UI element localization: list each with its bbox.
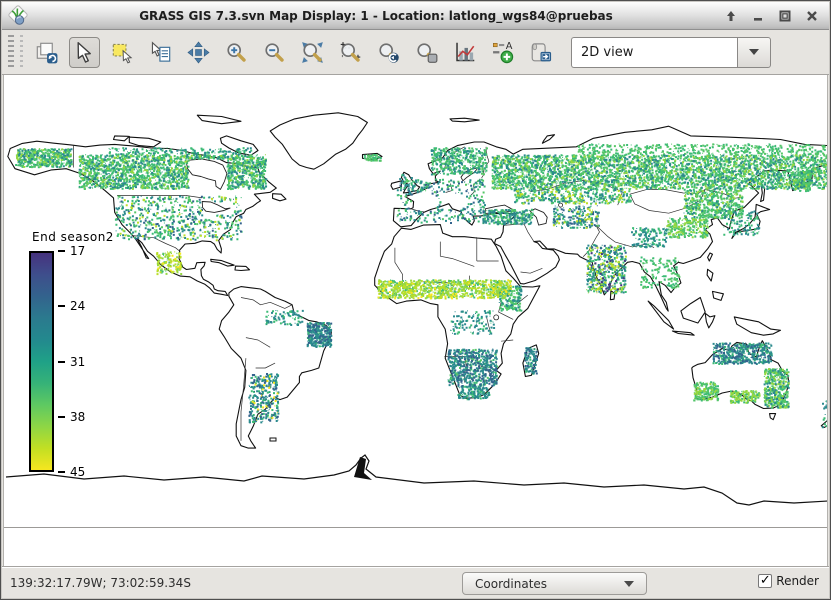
legend-tick-mark (58, 361, 65, 363)
pan-icon (187, 41, 210, 64)
map-canvas[interactable]: End season2 17 24 31 38 45 (3, 75, 828, 569)
query-button[interactable] (145, 37, 176, 68)
pointer-icon (73, 41, 96, 64)
view-mode-combobox[interactable]: 2D view (571, 37, 771, 68)
toolbar-grip-handle[interactable] (8, 35, 14, 69)
zoom-region-button[interactable] (335, 37, 366, 68)
legend-tick-mark (58, 305, 65, 307)
zoom-in-button[interactable] (221, 37, 252, 68)
render-display-button[interactable] (31, 37, 62, 68)
pointer-button[interactable] (69, 37, 100, 68)
maximize-button[interactable] (776, 7, 794, 25)
zoom-out-button[interactable] (259, 37, 290, 68)
legend-tick-label: 17 (70, 244, 85, 258)
zoom-out-icon (263, 41, 286, 64)
map-toolbar: A 2D view (2, 30, 829, 75)
rollup-button[interactable] (722, 7, 740, 25)
grass-map-display-window: GRASS GIS 7.3.svn Map Display: 1 - Locat… (0, 0, 831, 600)
zoom-options-icon (415, 41, 438, 64)
svg-text:A: A (506, 41, 513, 52)
overlay-add-icon: A (491, 41, 514, 64)
save-display-button[interactable] (525, 37, 556, 68)
window-title: GRASS GIS 7.3.svn Map Display: 1 - Locat… (30, 9, 722, 23)
titlebar[interactable]: GRASS GIS 7.3.svn Map Display: 1 - Locat… (2, 2, 829, 30)
add-map-elements-button[interactable]: A (487, 37, 518, 68)
raster-legend: End season2 1724313845 (29, 230, 114, 472)
view-mode-value[interactable]: 2D view (571, 37, 737, 68)
close-button[interactable] (803, 7, 821, 25)
legend-tick-mark (58, 471, 65, 473)
analyze-map-button[interactable] (449, 37, 480, 68)
zoom-options-button[interactable] (411, 37, 442, 68)
statusbar-mode-dropdown[interactable]: Coordinates (462, 572, 647, 595)
render-checkbox[interactable]: ✓ (758, 574, 772, 588)
toolbar-grip-handle-2 (20, 35, 23, 69)
zoom-extent-button[interactable] (297, 37, 328, 68)
zoom-in-icon (225, 41, 248, 64)
render-checkbox-label: Render (776, 574, 819, 588)
view-mode-dropdown-button[interactable] (737, 37, 771, 68)
render-display-icon (35, 41, 58, 64)
legend-tick-label: 31 (70, 355, 85, 369)
chevron-down-icon (749, 49, 759, 55)
legend-colorbar (29, 251, 54, 472)
select-features-button[interactable] (107, 37, 138, 68)
select-features-icon (111, 41, 134, 64)
chevron-down-icon (624, 581, 634, 587)
analyze-icon (453, 41, 476, 64)
zoom-back-icon (377, 41, 400, 64)
minimize-button[interactable] (749, 7, 767, 25)
legend-tick-label: 24 (70, 299, 85, 313)
statusbar-mode-value: Coordinates (475, 577, 547, 591)
zoom-extent-icon (301, 41, 324, 64)
zoom-region-icon (339, 41, 362, 64)
legend-tick-mark (58, 250, 65, 252)
map-region-bottom-edge (4, 527, 827, 528)
legend-tick-mark (58, 416, 65, 418)
zoom-back-button[interactable] (373, 37, 404, 68)
coordinate-readout: 139:32:17.79W; 73:02:59.34S (10, 576, 191, 590)
query-icon (149, 41, 172, 64)
world-map[interactable] (4, 75, 828, 569)
save-file-icon (529, 41, 552, 64)
legend-tick-label: 45 (70, 465, 85, 479)
legend-title: End season2 (32, 230, 114, 244)
pan-button[interactable] (183, 37, 214, 68)
legend-tick-label: 38 (70, 410, 85, 424)
grass-gis-logo-icon (6, 4, 30, 28)
statusbar: 139:32:17.79W; 73:02:59.34S Coordinates … (2, 567, 829, 598)
